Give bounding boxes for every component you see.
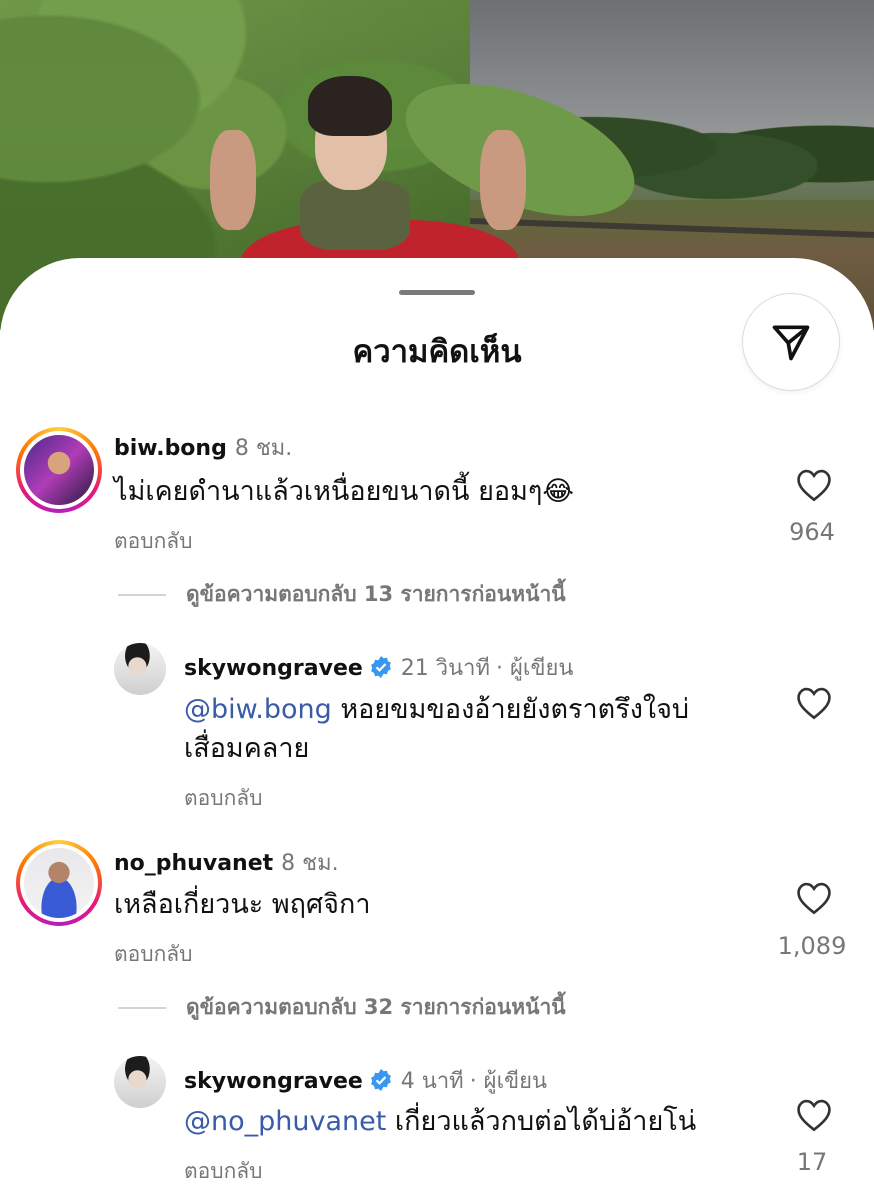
comment-text: เหลือเกี่ยวนะ พฤศจิกา <box>114 889 371 920</box>
avatar[interactable] <box>16 427 102 513</box>
view-previous-replies[interactable]: ดูข้อความตอบกลับ 32 รายการก่อนหน้านี้ <box>118 991 566 1024</box>
like-count: 17 <box>796 1148 828 1176</box>
reply-button[interactable]: ตอบกลับ <box>184 1155 263 1188</box>
view-previous-replies[interactable]: ดูข้อความตอบกลับ 13 รายการก่อนหน้านี้ <box>118 578 566 611</box>
avatar[interactable] <box>114 643 166 695</box>
comment-username[interactable]: skywongravee 4 นาที · ผู้เขียน <box>184 1063 547 1098</box>
verified-badge-icon <box>370 1069 391 1091</box>
mention-link[interactable]: @biw.bong <box>184 694 332 725</box>
reply-button[interactable]: ตอบกลับ <box>114 938 193 971</box>
comment-username[interactable]: biw.bong 8 ชม. <box>114 430 292 465</box>
comment-username[interactable]: no_phuvanet 8 ชม. <box>114 845 339 880</box>
verified-badge-icon <box>370 656 391 678</box>
comment-text: @no_phuvanet เกี่ยวแล้วกบต่อได้บ่อ้ายโน่ <box>184 1106 697 1137</box>
comment-text: ไม่เคยดำนาแล้วเหนื่อยขนาดนี้ ยอมๆ😂 <box>114 476 574 507</box>
author-tag: · ผู้เขียน <box>469 1069 548 1094</box>
avatar[interactable] <box>114 1056 166 1108</box>
like-count: 964 <box>789 518 835 546</box>
like-count: 1,089 <box>777 932 847 960</box>
share-button[interactable] <box>742 293 840 391</box>
comment-text: @biw.bong หอยขมของอ้ายยังตราตรึงใจบ่ เสื่… <box>184 694 690 765</box>
comment-username[interactable]: skywongravee 21 วินาที · ผู้เขียน <box>184 650 573 685</box>
comment-time: 4 นาที <box>400 1069 464 1094</box>
comment-time: 21 วินาที <box>400 656 491 681</box>
sheet-grabber[interactable] <box>399 290 475 295</box>
reply-button[interactable]: ตอบกลับ <box>184 782 263 815</box>
heart-outline-icon[interactable] <box>795 881 833 915</box>
comment-time: 8 ชม. <box>234 436 293 461</box>
heart-outline-icon[interactable] <box>795 468 833 502</box>
paper-plane-icon <box>772 325 810 361</box>
heart-outline-icon[interactable] <box>795 686 833 720</box>
author-tag: · ผู้เขียน <box>496 656 574 681</box>
avatar[interactable] <box>16 840 102 926</box>
mention-link[interactable]: @no_phuvanet <box>184 1106 386 1137</box>
reply-button[interactable]: ตอบกลับ <box>114 525 193 558</box>
comment-time: 8 ชม. <box>281 851 339 876</box>
heart-outline-icon[interactable] <box>795 1098 833 1132</box>
